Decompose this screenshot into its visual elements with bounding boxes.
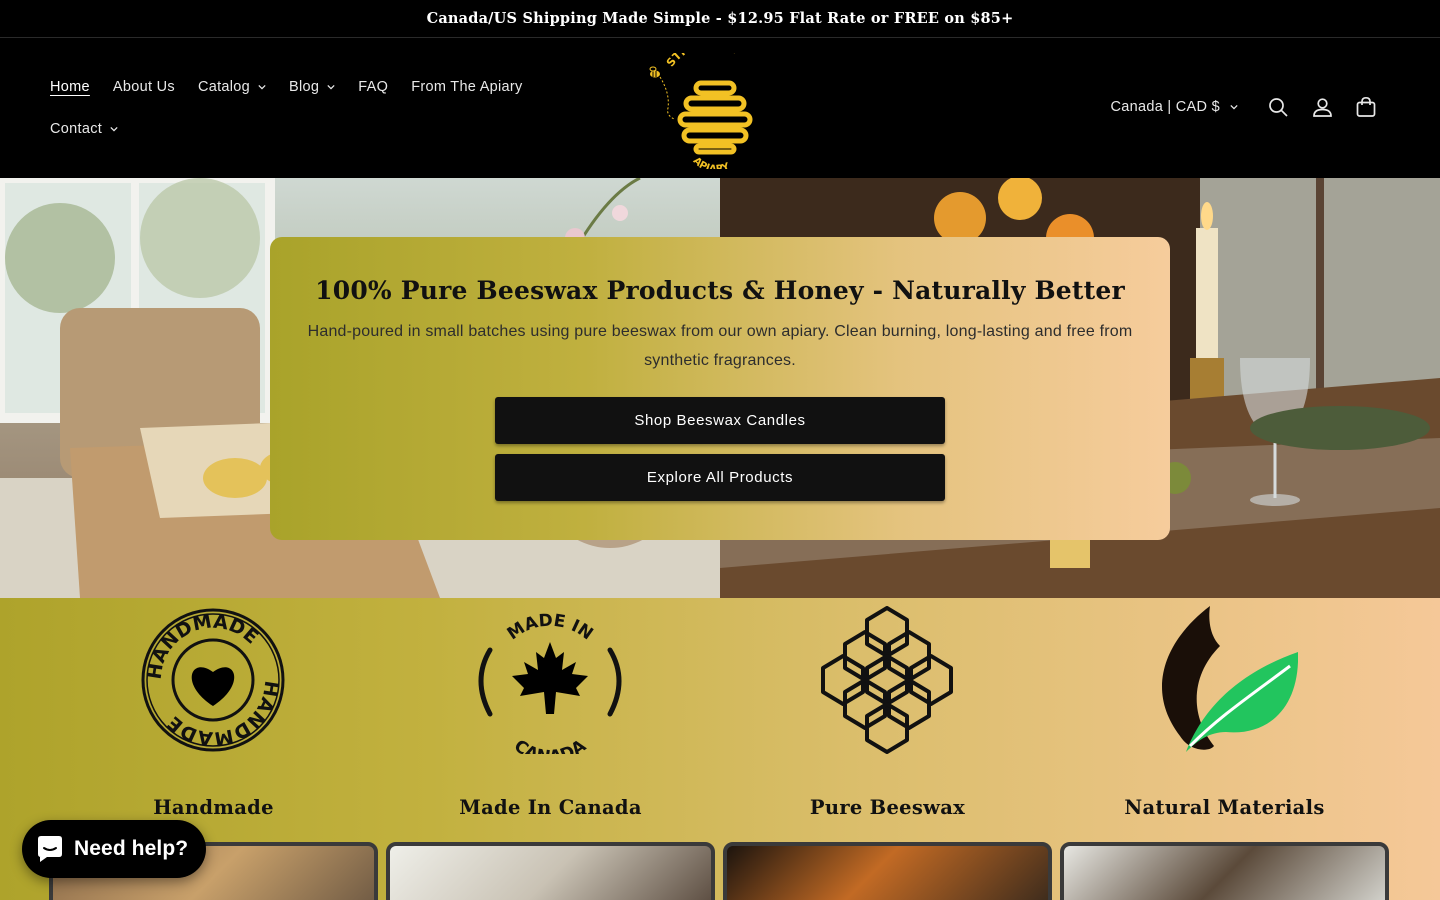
- nav-about-us[interactable]: About Us: [113, 79, 175, 95]
- hero-subtitle: Hand-poured in small batches using pure …: [307, 323, 1133, 369]
- feature-image[interactable]: [386, 842, 715, 900]
- search-button[interactable]: [1256, 89, 1300, 125]
- cart-button[interactable]: [1344, 89, 1388, 125]
- header-actions: Canada | CAD $: [1110, 89, 1388, 125]
- hero-banner: 100% Pure Beeswax Products & Honey - Nat…: [0, 178, 1440, 598]
- svg-text:CANADA: CANADA: [510, 736, 590, 754]
- feature-pure-beeswax: Pure Beeswax: [719, 598, 1056, 900]
- search-icon: [1268, 97, 1288, 117]
- announcement-bar: Canada/US Shipping Made Simple - $12.95 …: [0, 0, 1440, 38]
- account-icon: [1312, 97, 1332, 117]
- main-nav: Home About Us Catalog Blog FAQ From The …: [50, 73, 610, 157]
- feature-title: Natural Materials: [1124, 796, 1325, 819]
- nav-catalog[interactable]: Catalog: [198, 79, 266, 95]
- country-selector-label: Canada | CAD $: [1110, 99, 1220, 115]
- logo-top-text: STICKY BEE: [664, 53, 740, 69]
- shop-beeswax-candles-button[interactable]: Shop Beeswax Candles: [495, 397, 945, 444]
- nav-contact[interactable]: Contact: [50, 121, 118, 137]
- hero-card: 100% Pure Beeswax Products & Honey - Nat…: [270, 237, 1170, 540]
- chevron-down-icon: [258, 84, 266, 90]
- chevron-down-icon: [327, 84, 335, 90]
- feature-natural-materials: Natural Materials: [1056, 598, 1393, 900]
- account-button[interactable]: [1300, 89, 1344, 125]
- cart-icon: [1356, 96, 1376, 117]
- chat-label: Need help?: [74, 837, 189, 860]
- nav-blog-label: Blog: [289, 79, 320, 95]
- leaf-icon: [1162, 606, 1298, 752]
- chat-bubble-icon: [38, 836, 62, 862]
- features-section: HANDMADE HANDMADE Handmade MADE IN CANAD…: [0, 598, 1440, 900]
- maple-leaf-icon: MADE IN CANADA: [478, 611, 622, 754]
- feature-title: Pure Beeswax: [809, 796, 966, 819]
- feature-title: Made In Canada: [459, 796, 642, 819]
- svg-text:MADE IN: MADE IN: [504, 611, 597, 645]
- site-header: Home About Us Catalog Blog FAQ From The …: [0, 39, 1440, 178]
- nav-catalog-label: Catalog: [197, 79, 251, 95]
- country-selector[interactable]: Canada | CAD $: [1110, 99, 1238, 115]
- hero-title: 100% Pure Beeswax Products & Honey - Nat…: [315, 276, 1125, 305]
- handmade-badge-icon: HANDMADE HANDMADE: [141, 608, 285, 752]
- explore-all-products-button[interactable]: Explore All Products: [495, 454, 945, 501]
- site-logo[interactable]: STICKY BEE APIARY: [640, 53, 770, 169]
- feature-image[interactable]: [723, 842, 1052, 900]
- honeycomb-icon: [821, 606, 953, 754]
- logo-bottom-text: APIARY: [691, 155, 732, 169]
- nav-faq[interactable]: FAQ: [358, 79, 388, 95]
- nav-contact-label: Contact: [50, 121, 103, 137]
- nav-blog[interactable]: Blog: [289, 79, 335, 95]
- announcement-text: Canada/US Shipping Made Simple - $12.95 …: [426, 10, 1014, 27]
- nav-home[interactable]: Home: [50, 79, 90, 95]
- beehive-icon: [677, 80, 753, 155]
- bee-icon: [649, 66, 660, 78]
- chevron-down-icon: [1230, 104, 1238, 110]
- chevron-down-icon: [110, 126, 118, 132]
- feature-made-in-canada: MADE IN CANADA Made In Canada: [382, 598, 719, 900]
- chat-widget-button[interactable]: Need help?: [22, 820, 206, 878]
- feature-title: Handmade: [153, 796, 274, 819]
- nav-from-the-apiary[interactable]: From The Apiary: [411, 79, 522, 95]
- feature-image[interactable]: [1060, 842, 1389, 900]
